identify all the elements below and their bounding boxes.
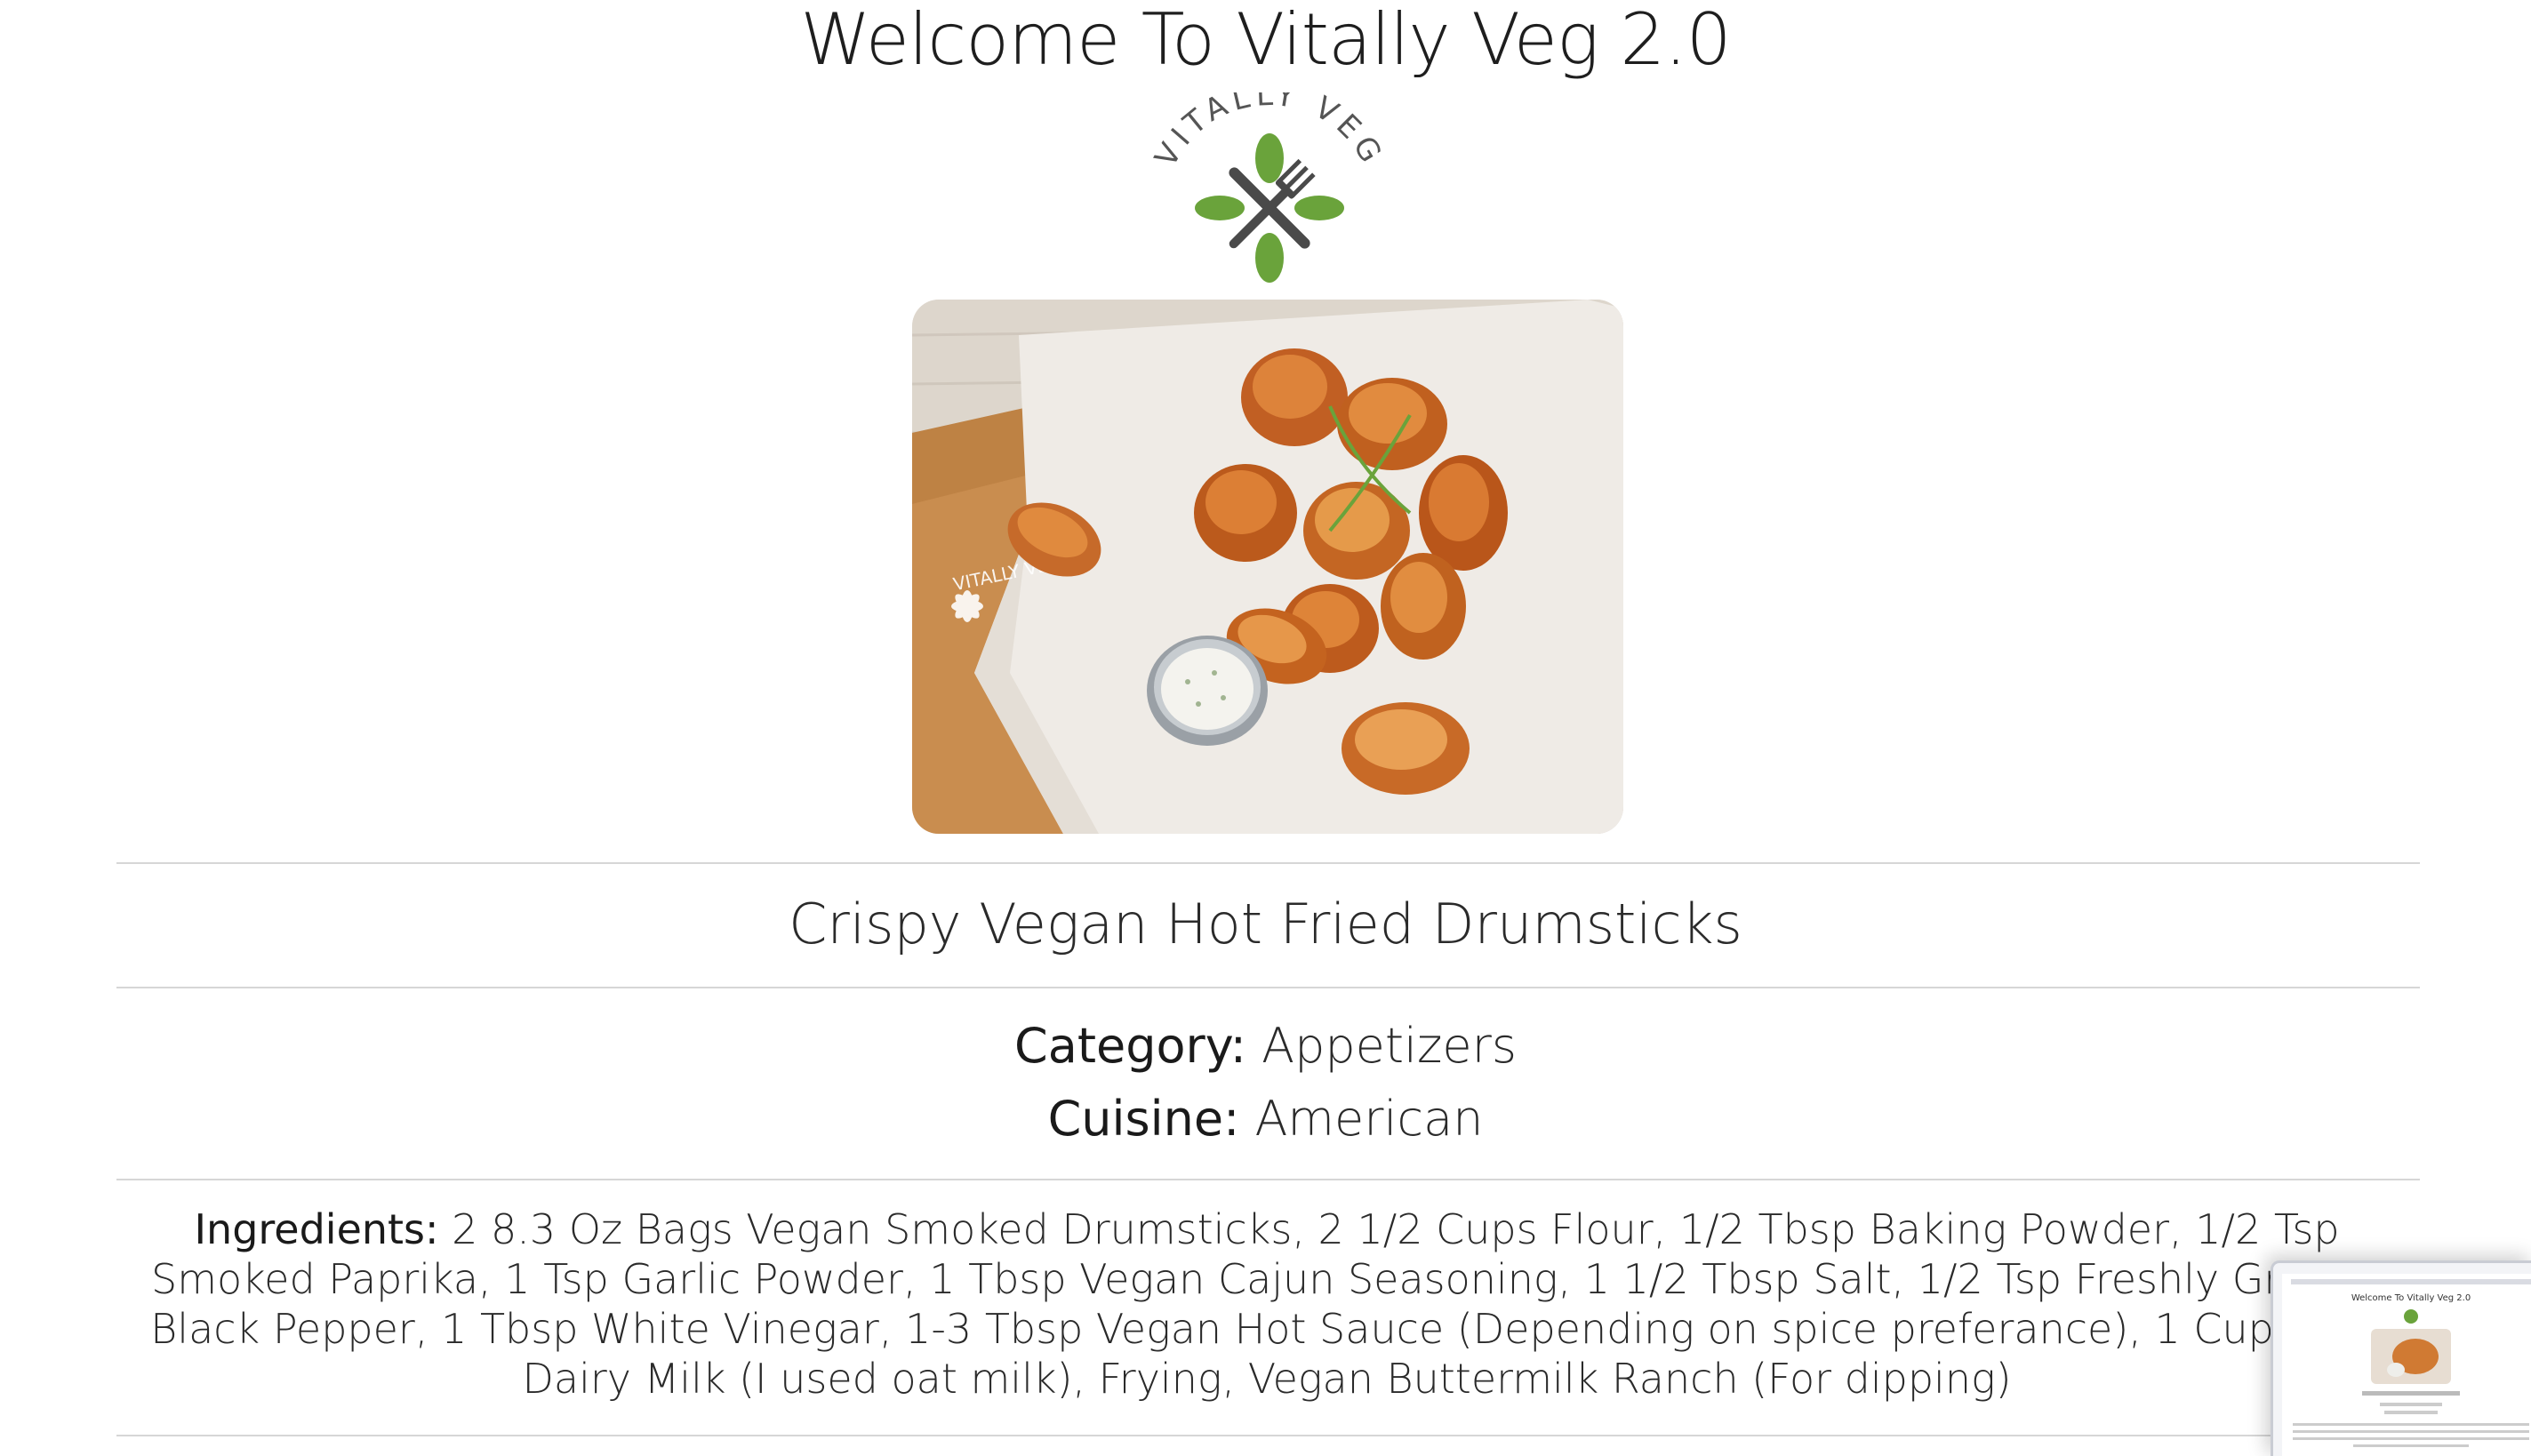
page-title: Welcome To Vitally Veg 2.0 bbox=[800, 0, 1731, 81]
thumbnail-preview: Welcome To Vitally Veg 2.0 bbox=[2282, 1274, 2531, 1456]
category-label: Category: bbox=[1014, 1018, 1246, 1074]
logo-graphic: VITALLY VEG bbox=[1148, 77, 1386, 283]
recipe-name: Crispy Vegan Hot Fried Drumsticks bbox=[789, 892, 1742, 956]
divider bbox=[116, 1179, 2420, 1180]
recipe-ingredients: Ingredients: 2 8.3 Oz Bags Vegan Smoked … bbox=[120, 1204, 2414, 1404]
thumbnail-graphic bbox=[2293, 1309, 2529, 1447]
page: Welcome To Vitally Veg 2.0 VITALLY VEG V… bbox=[0, 0, 2531, 1456]
cuisine-value: American bbox=[1254, 1091, 1484, 1147]
divider bbox=[116, 862, 2420, 864]
divider bbox=[116, 987, 2420, 988]
recipe-category: Category: Appetizers bbox=[0, 1015, 2531, 1077]
cuisine-label: Cuisine: bbox=[1047, 1091, 1240, 1147]
ingredients-label: Ingredients: bbox=[194, 1205, 439, 1253]
recipe-photo-graphic: VITALLY VEG bbox=[912, 300, 1623, 834]
recipe-photo: VITALLY VEG bbox=[912, 300, 1623, 834]
vitally-veg-logo: VITALLY VEG bbox=[1136, 77, 1403, 288]
screenshot-thumbnail[interactable]: Welcome To Vitally Veg 2.0 bbox=[2271, 1260, 2531, 1456]
ingredients-list: 2 8.3 Oz Bags Vegan Smoked Drumsticks, 2… bbox=[150, 1205, 2383, 1403]
recipe-cuisine: Cuisine: American bbox=[0, 1088, 2531, 1150]
divider bbox=[116, 1435, 2420, 1436]
category-value: Appetizers bbox=[1261, 1018, 1517, 1074]
